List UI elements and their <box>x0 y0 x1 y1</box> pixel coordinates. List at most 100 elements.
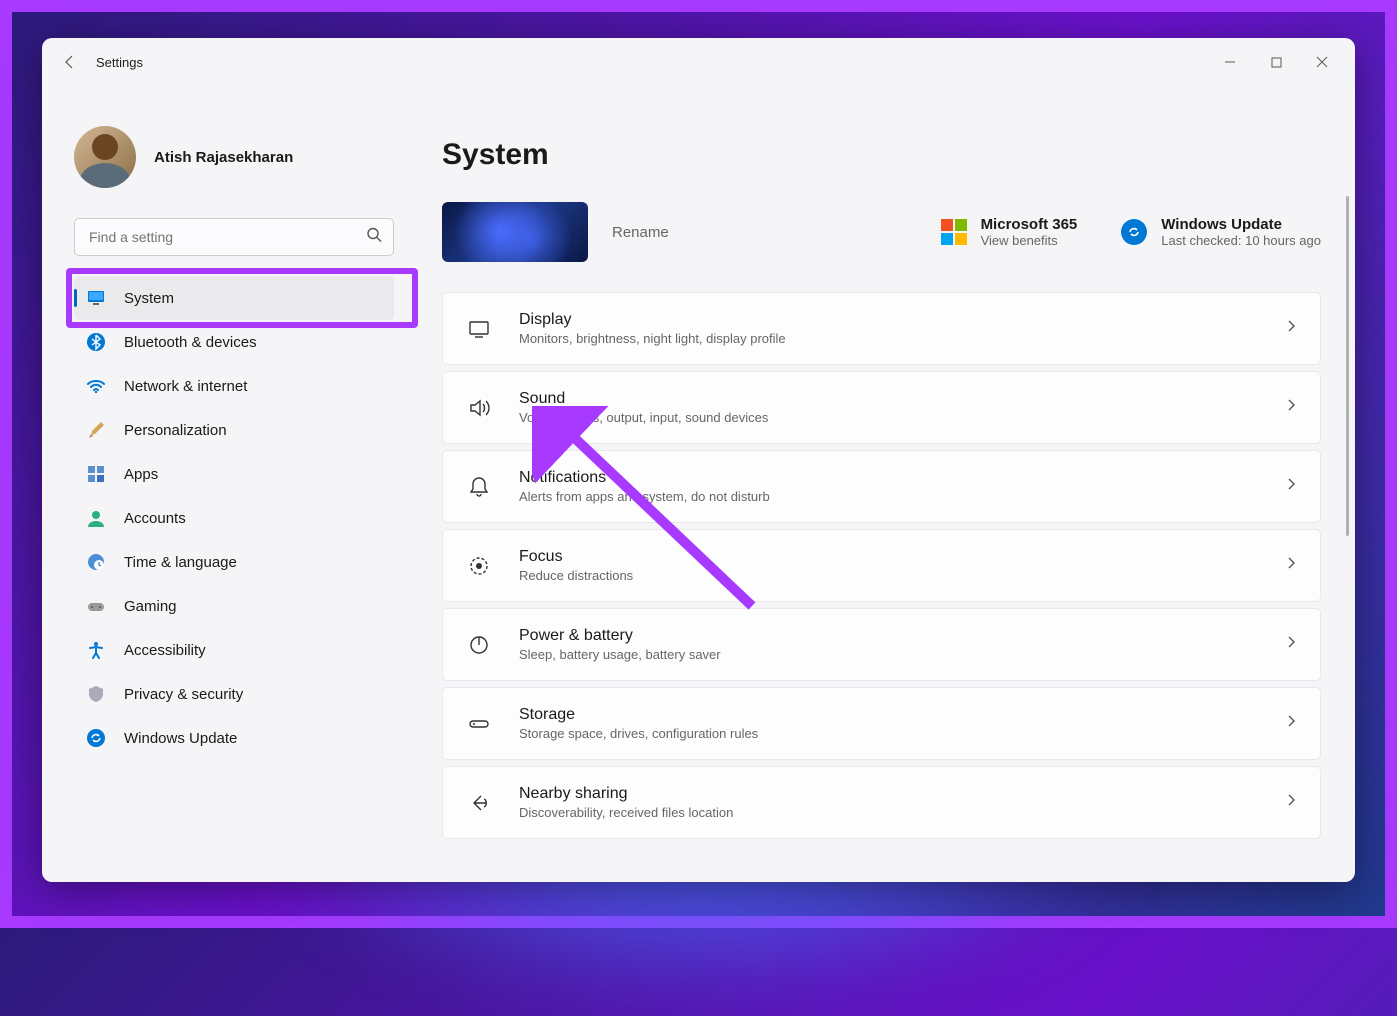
page-title: System <box>442 138 1321 172</box>
main-content: System Rename Microsoft 365 View benefit… <box>412 86 1355 882</box>
nav-label: Accounts <box>124 510 186 527</box>
avatar <box>74 126 136 188</box>
scrollbar[interactable] <box>1346 196 1349 536</box>
card-sub: Alerts from apps and system, do not dist… <box>519 489 770 504</box>
pc-thumbnail[interactable] <box>442 202 588 262</box>
search-container <box>74 218 394 256</box>
card-display[interactable]: Display Monitors, brightness, night ligh… <box>442 292 1321 365</box>
nav-label: Privacy & security <box>124 686 243 703</box>
nav-time-language[interactable]: Time & language <box>74 540 394 584</box>
nav-label: Bluetooth & devices <box>124 334 257 351</box>
card-title: Focus <box>519 548 633 566</box>
monitor-icon <box>86 288 106 308</box>
focus-icon <box>465 552 493 580</box>
card-sound[interactable]: Sound Volume levels, output, input, soun… <box>442 371 1321 444</box>
update-icon <box>86 728 106 748</box>
nav-system[interactable]: System <box>74 276 394 320</box>
card-power[interactable]: Power & battery Sleep, battery usage, ba… <box>442 608 1321 681</box>
storage-icon <box>465 710 493 738</box>
nav-label: Windows Update <box>124 730 237 747</box>
ms365-sub: View benefits <box>981 233 1078 248</box>
card-title: Notifications <box>519 469 770 487</box>
nav-label: Apps <box>124 466 158 483</box>
nav-label: Time & language <box>124 554 237 571</box>
wifi-icon <box>86 376 106 396</box>
shield-icon <box>86 684 106 704</box>
microsoft-logo-icon <box>941 219 967 245</box>
search-icon <box>366 227 382 248</box>
windows-update-icon <box>1121 219 1147 245</box>
card-notifications[interactable]: Notifications Alerts from apps and syste… <box>442 450 1321 523</box>
power-icon <box>465 631 493 659</box>
card-focus[interactable]: Focus Reduce distractions <box>442 529 1321 602</box>
card-title: Display <box>519 311 786 329</box>
apps-icon <box>86 464 106 484</box>
card-sub: Reduce distractions <box>519 568 633 583</box>
rename-link[interactable]: Rename <box>612 224 669 241</box>
winupdate-sub: Last checked: 10 hours ago <box>1161 233 1321 248</box>
card-nearby-sharing[interactable]: Nearby sharing Discoverability, received… <box>442 766 1321 839</box>
chevron-right-icon <box>1284 635 1298 654</box>
card-sub: Monitors, brightness, night light, displ… <box>519 331 786 346</box>
card-storage[interactable]: Storage Storage space, drives, configura… <box>442 687 1321 760</box>
winupdate-block[interactable]: Windows Update Last checked: 10 hours ag… <box>1121 216 1321 248</box>
nav-list: System Bluetooth & devices Network & int… <box>74 276 394 760</box>
settings-window: Settings Atish Rajasekharan <box>42 38 1355 882</box>
nav-accessibility[interactable]: Accessibility <box>74 628 394 672</box>
card-sub: Discoverability, received files location <box>519 805 733 820</box>
ms365-title: Microsoft 365 <box>981 216 1078 233</box>
bluetooth-icon <box>86 332 106 352</box>
nav-label: Personalization <box>124 422 227 439</box>
bell-icon <box>465 473 493 501</box>
chevron-right-icon <box>1284 477 1298 496</box>
sound-icon <box>465 394 493 422</box>
nav-label: System <box>124 290 174 307</box>
person-icon <box>86 508 106 528</box>
maximize-icon <box>1271 57 1282 68</box>
nav-network[interactable]: Network & internet <box>74 364 394 408</box>
nav-label: Network & internet <box>124 378 247 395</box>
profile-name: Atish Rajasekharan <box>154 149 293 166</box>
close-button[interactable] <box>1299 47 1345 77</box>
chevron-right-icon <box>1284 793 1298 812</box>
chevron-right-icon <box>1284 714 1298 733</box>
window-title: Settings <box>96 55 143 70</box>
winupdate-title: Windows Update <box>1161 216 1321 233</box>
chevron-right-icon <box>1284 556 1298 575</box>
minimize-icon <box>1224 56 1236 68</box>
maximize-button[interactable] <box>1253 47 1299 77</box>
ms365-block[interactable]: Microsoft 365 View benefits <box>941 216 1078 248</box>
card-sub: Storage space, drives, configuration rul… <box>519 726 758 741</box>
clock-globe-icon <box>86 552 106 572</box>
nav-personalization[interactable]: Personalization <box>74 408 394 452</box>
summary-row: Rename Microsoft 365 View benefits Windo… <box>442 202 1321 262</box>
brush-icon <box>86 420 106 440</box>
card-title: Storage <box>519 706 758 724</box>
nav-windows-update[interactable]: Windows Update <box>74 716 394 760</box>
minimize-button[interactable] <box>1207 47 1253 77</box>
profile-block[interactable]: Atish Rajasekharan <box>74 86 394 208</box>
nav-apps[interactable]: Apps <box>74 452 394 496</box>
nav-bluetooth[interactable]: Bluetooth & devices <box>74 320 394 364</box>
nav-label: Gaming <box>124 598 177 615</box>
nav-accounts[interactable]: Accounts <box>74 496 394 540</box>
card-title: Nearby sharing <box>519 785 733 803</box>
chevron-right-icon <box>1284 319 1298 338</box>
nav-privacy[interactable]: Privacy & security <box>74 672 394 716</box>
arrow-left-icon <box>62 54 78 70</box>
card-sub: Volume levels, output, input, sound devi… <box>519 410 768 425</box>
titlebar: Settings <box>42 38 1355 86</box>
gamepad-icon <box>86 596 106 616</box>
search-input[interactable] <box>74 218 394 256</box>
accessibility-icon <box>86 640 106 660</box>
card-sub: Sleep, battery usage, battery saver <box>519 647 721 662</box>
card-title: Sound <box>519 390 768 408</box>
nav-gaming[interactable]: Gaming <box>74 584 394 628</box>
card-title: Power & battery <box>519 627 721 645</box>
display-icon <box>465 315 493 343</box>
share-icon <box>465 789 493 817</box>
nav-label: Accessibility <box>124 642 206 659</box>
close-icon <box>1316 56 1328 68</box>
back-button[interactable] <box>52 44 88 80</box>
chevron-right-icon <box>1284 398 1298 417</box>
